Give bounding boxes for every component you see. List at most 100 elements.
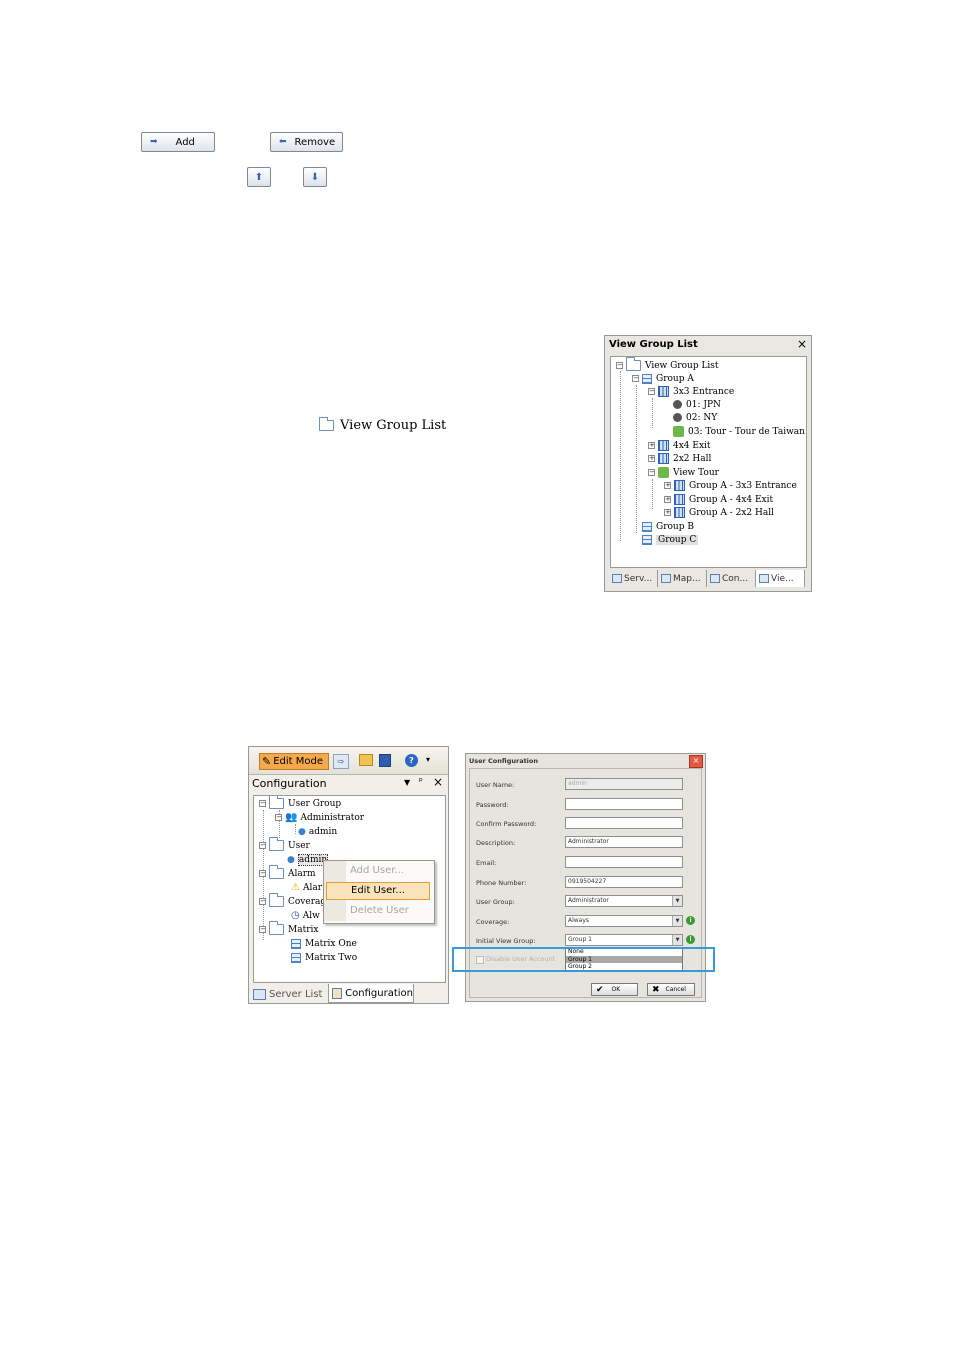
password-field[interactable] bbox=[565, 798, 683, 810]
tree-node[interactable]: − User bbox=[259, 837, 310, 852]
tree-node[interactable]: + Group A - 3x3 Entrance bbox=[664, 479, 797, 492]
configuration-panel: ✎ Edit Mode ⇨ ? ▾ Configuration ▼ ᵖ × − … bbox=[248, 746, 449, 1004]
expand-icon[interactable]: + bbox=[648, 455, 655, 462]
tree-node[interactable]: 03: Tour - Tour de Taiwan bbox=[673, 425, 805, 438]
close-icon[interactable]: × bbox=[797, 337, 807, 351]
collapse-icon[interactable]: − bbox=[259, 842, 266, 849]
tree-node[interactable]: ⚠ Alar bbox=[291, 881, 322, 894]
info-icon[interactable]: i bbox=[686, 935, 695, 944]
phone-field[interactable]: 0919504227 bbox=[565, 876, 683, 888]
menu-item-edit-user[interactable]: Edit User... bbox=[326, 882, 430, 900]
add-button[interactable]: ➡ Add bbox=[141, 132, 215, 152]
tree-node[interactable]: − User Group bbox=[259, 796, 341, 810]
email-field[interactable] bbox=[565, 856, 683, 868]
expand-icon[interactable]: + bbox=[664, 482, 671, 489]
chevron-down-icon: ▼ bbox=[672, 896, 682, 906]
tree-node[interactable]: + Group A - 2x2 Hall bbox=[664, 506, 774, 519]
folder-icon bbox=[269, 865, 284, 879]
tree-node[interactable]: Matrix Two bbox=[291, 951, 357, 964]
user-icon: ● bbox=[287, 854, 295, 865]
layout-3x3-icon bbox=[674, 480, 685, 491]
collapse-icon[interactable]: − bbox=[259, 800, 266, 807]
tree-node[interactable]: + 2x2 Hall bbox=[648, 452, 711, 465]
edit-mode-label: Edit Mode bbox=[273, 756, 324, 767]
tree-node-label: 01: JPN bbox=[686, 399, 721, 410]
tree-node-label: Group C bbox=[656, 534, 699, 545]
tab-configuration[interactable]: Con... bbox=[707, 570, 756, 587]
forward-icon[interactable]: ⇨ bbox=[333, 754, 349, 769]
move-up-button[interactable]: ⬆ bbox=[247, 167, 271, 187]
toolbar-overflow-icon[interactable]: ▾ bbox=[426, 755, 430, 764]
confirm-password-label: Confirm Password: bbox=[476, 820, 537, 828]
collapse-icon[interactable]: − bbox=[275, 814, 282, 821]
tree-node[interactable]: 01: JPN bbox=[673, 398, 721, 411]
tree-node-selected[interactable]: Group C bbox=[642, 533, 699, 546]
tree-node[interactable]: − View Tour bbox=[648, 466, 719, 479]
expand-icon[interactable]: + bbox=[664, 509, 671, 516]
confirm-password-field[interactable] bbox=[565, 817, 683, 829]
edit-mode-button[interactable]: ✎ Edit Mode bbox=[259, 753, 329, 770]
view-group-tree: − View Group List − Group A − 3x3 Entran… bbox=[610, 356, 807, 568]
tree-node[interactable]: + 4x4 Exit bbox=[648, 439, 711, 452]
tree-node[interactable]: − View Group List bbox=[616, 357, 719, 372]
tab-configuration[interactable]: Configuration bbox=[328, 984, 414, 1003]
expand-icon[interactable]: + bbox=[648, 442, 655, 449]
tree-node[interactable]: − Group A bbox=[632, 372, 694, 385]
arrow-right-icon: ➡ bbox=[150, 137, 158, 147]
dropdown-icon[interactable]: ▼ bbox=[404, 778, 410, 787]
collapse-icon[interactable]: − bbox=[632, 375, 639, 382]
help-icon[interactable]: ? bbox=[405, 754, 418, 767]
menu-item-delete-user[interactable]: Delete User bbox=[350, 905, 409, 916]
initial-view-group-select[interactable]: Group 1 ▼ bbox=[565, 934, 683, 946]
ok-button[interactable]: ✔ OK bbox=[591, 983, 638, 996]
arrow-down-icon: ⬇ bbox=[310, 171, 320, 183]
collapse-icon[interactable]: − bbox=[259, 926, 266, 933]
tree-node[interactable]: Matrix One bbox=[291, 937, 357, 950]
tree-node[interactable]: − Alarm bbox=[259, 865, 316, 880]
expand-icon[interactable]: + bbox=[664, 496, 671, 503]
pin-icon[interactable]: ᵖ bbox=[419, 777, 423, 787]
tab-view[interactable]: Vie... bbox=[756, 570, 805, 587]
tree-node-label: Group B bbox=[656, 521, 694, 532]
move-down-button[interactable]: ⬇ bbox=[303, 167, 327, 187]
tree-node-label: User bbox=[288, 840, 310, 851]
close-button[interactable]: × bbox=[689, 755, 703, 768]
tab-map[interactable]: Map... bbox=[658, 570, 707, 587]
tree-node[interactable]: + Group A - 4x4 Exit bbox=[664, 493, 773, 506]
info-icon[interactable]: i bbox=[686, 916, 695, 925]
cancel-button[interactable]: ✖ Cancel bbox=[647, 983, 695, 996]
tree-node[interactable]: ● admin bbox=[298, 825, 337, 838]
user-group-label: User Group: bbox=[476, 898, 515, 906]
tab-server-list[interactable]: Serv... bbox=[609, 570, 658, 587]
server-icon bbox=[253, 988, 266, 1000]
save-icon[interactable] bbox=[379, 754, 391, 767]
map-icon bbox=[661, 574, 671, 583]
context-menu: Add User... Edit User... Delete User bbox=[323, 860, 435, 924]
phone-label: Phone Number: bbox=[476, 879, 527, 887]
collapse-icon[interactable]: − bbox=[648, 388, 655, 395]
collapse-icon[interactable]: − bbox=[259, 870, 266, 877]
collapse-icon[interactable]: − bbox=[648, 469, 655, 476]
dialog-title: User Configuration bbox=[469, 757, 539, 765]
tab-server-list[interactable]: Server List bbox=[251, 985, 327, 1003]
camera-icon bbox=[673, 413, 682, 422]
tree-node[interactable]: − Coverag bbox=[259, 893, 326, 908]
tree-node[interactable]: 02: NY bbox=[673, 411, 717, 424]
remove-button[interactable]: ⬅ Remove bbox=[270, 132, 343, 152]
tree-node[interactable]: − 3x3 Entrance bbox=[648, 385, 734, 398]
close-icon[interactable]: × bbox=[433, 775, 443, 789]
user-name-label: User Name: bbox=[476, 781, 515, 789]
coverage-select[interactable]: Always ▼ bbox=[565, 915, 683, 927]
tree-node[interactable]: ◷ Alw bbox=[291, 909, 320, 922]
collapse-icon[interactable]: − bbox=[259, 898, 266, 905]
user-group-select[interactable]: Administrator ▼ bbox=[565, 895, 683, 907]
tree-node[interactable]: − Matrix bbox=[259, 921, 318, 936]
open-folder-icon[interactable] bbox=[359, 754, 373, 766]
tree-node[interactable]: − 👥 Administrator bbox=[275, 811, 364, 824]
description-field[interactable]: Administrator bbox=[565, 836, 683, 848]
menu-item-add-user[interactable]: Add User... bbox=[350, 865, 404, 876]
user-name-field[interactable]: admin bbox=[565, 778, 683, 790]
collapse-icon[interactable]: − bbox=[616, 362, 623, 369]
tree-node-label: Administrator bbox=[300, 812, 365, 823]
tree-node[interactable]: Group B bbox=[642, 520, 694, 533]
